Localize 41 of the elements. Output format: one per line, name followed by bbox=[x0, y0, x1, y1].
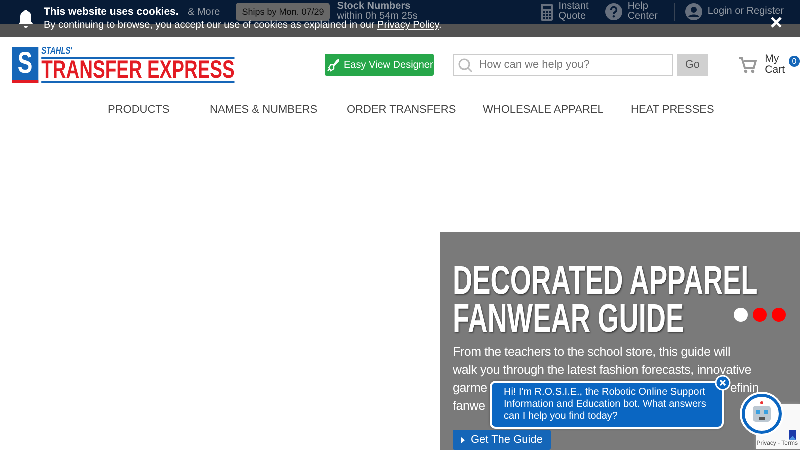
nav-link[interactable]: PRODUCTS bbox=[108, 104, 170, 116]
top-link[interactable]: Instant Quote bbox=[540, 2, 589, 22]
recaptcha-icon bbox=[786, 429, 798, 441]
cart-icon bbox=[738, 56, 758, 74]
nav-link[interactable]: NAMES & NUMBERS bbox=[210, 104, 318, 116]
hero-text: efinin bbox=[730, 380, 759, 397]
slide-dot[interactable] bbox=[734, 308, 748, 322]
slide-dot[interactable] bbox=[772, 308, 786, 322]
nav-link[interactable]: ORDER TRANSFERS bbox=[347, 104, 456, 116]
go-button[interactable]: Go bbox=[677, 54, 708, 76]
countdown-text: within 0h 54m 25s bbox=[337, 12, 418, 22]
slide-dot[interactable] bbox=[753, 308, 767, 322]
cookie-message: By continuing to browse, you accept our use of cookies as explained in our Privacy Policy. bbox=[44, 20, 442, 31]
hero-title: DECORATED APPAREL bbox=[453, 262, 758, 300]
calculator-icon bbox=[540, 2, 554, 22]
cart-count-badge: 0 bbox=[789, 56, 800, 66]
privacy-policy-link[interactable]: Privacy Policy bbox=[378, 20, 440, 31]
cart-link[interactable]: My Cart bbox=[738, 54, 786, 76]
nav-link[interactable]: WHOLESALE APPAREL bbox=[483, 104, 604, 116]
cookie-title: This website uses cookies. bbox=[44, 6, 179, 18]
hero-text: fanwe bbox=[453, 398, 486, 415]
hero-text: walk you through the latest fashion forecasts, innovative bbox=[453, 362, 752, 379]
user-icon bbox=[684, 3, 703, 21]
stock-title: Stock Numbers bbox=[337, 2, 411, 12]
caret-icon bbox=[461, 436, 465, 444]
close-icon[interactable] bbox=[770, 16, 783, 29]
bell-icon bbox=[17, 9, 35, 28]
robot-avatar-icon[interactable] bbox=[740, 392, 784, 436]
chat-message: Hi! I'm R.O.S.I.E., the Robotic Online Support Information and Education bot. What answers can I help you find today? bbox=[490, 381, 724, 429]
top-link[interactable]: Login or Register bbox=[684, 3, 784, 21]
nav-link[interactable]: HEAT PRESSES bbox=[631, 104, 714, 116]
shipping-badge: Ships by Mon. 07/29 bbox=[236, 3, 330, 21]
hero-text: garme bbox=[453, 380, 488, 397]
search-icon bbox=[458, 58, 474, 73]
hero-title: FANWEAR GUIDE bbox=[453, 300, 684, 338]
tagline-text: & More bbox=[188, 6, 220, 18]
hero-text: From the teachers to the school store, this guide will bbox=[453, 344, 731, 361]
search-field[interactable]: How can we help you? bbox=[453, 54, 674, 76]
guide-button[interactable]: Get The Guide bbox=[453, 430, 551, 450]
help-icon bbox=[604, 3, 623, 21]
top-link[interactable]: Help Center bbox=[604, 2, 658, 22]
